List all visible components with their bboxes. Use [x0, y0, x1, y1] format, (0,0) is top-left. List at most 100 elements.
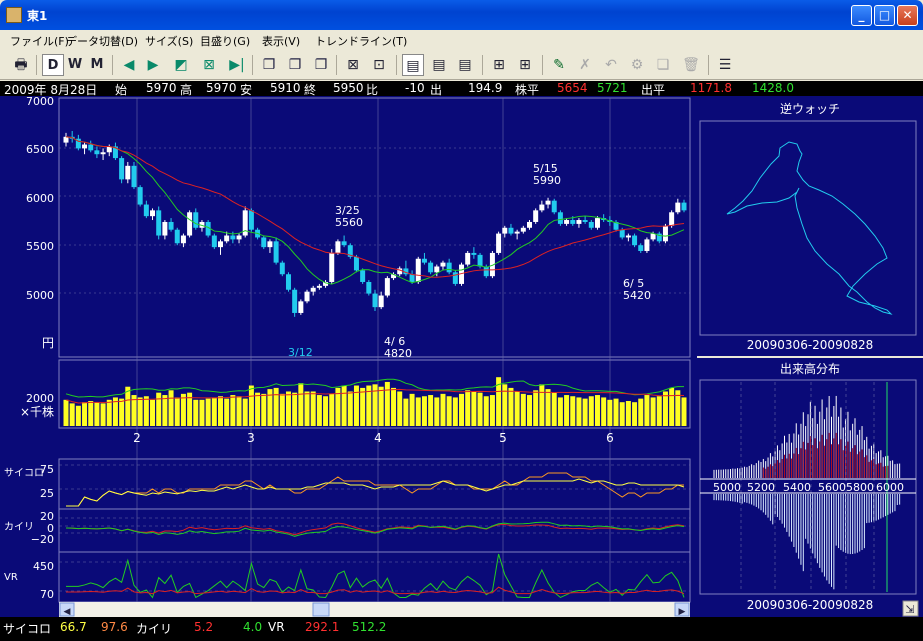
layout-2-icon[interactable]: ▤	[428, 54, 450, 76]
volume-bar	[471, 391, 477, 426]
volume-bar	[527, 395, 532, 426]
volume-bar	[391, 387, 397, 426]
layout-3-icon[interactable]: ▤	[454, 54, 476, 76]
chevron-left-icon: ◀	[64, 607, 71, 617]
volume-bar	[323, 396, 329, 426]
grid-split-icon[interactable]: ⊞	[514, 54, 536, 76]
candle-body	[193, 212, 199, 228]
volume-bar	[514, 391, 520, 426]
volume-bar	[650, 397, 656, 426]
volume-bar	[248, 385, 254, 426]
menu-file[interactable]: ファイル(F)	[10, 33, 69, 49]
candle-body	[557, 212, 563, 224]
menu-trendline[interactable]: トレンドライン(T)	[315, 33, 407, 49]
vr-tick: 450	[33, 560, 54, 573]
volume-bar	[428, 395, 434, 426]
candle-body	[174, 229, 180, 244]
minimize-button[interactable]: _	[851, 5, 872, 26]
volume-bar	[82, 402, 88, 426]
volume-bar	[601, 397, 607, 426]
vr-tick: 70	[40, 588, 54, 601]
window-stack-2-icon[interactable]: ❐	[284, 54, 306, 76]
info-close: 5950	[333, 81, 364, 95]
candle-body	[285, 274, 291, 290]
volume-bar	[533, 390, 539, 426]
candle-body	[675, 202, 681, 213]
undo-icon: ↶	[605, 57, 617, 73]
annotation-value: 4820	[384, 347, 412, 360]
list-icon[interactable]: ☰	[714, 54, 736, 76]
volume-bar	[551, 392, 557, 426]
status-kairi-2: 4.0	[243, 620, 263, 634]
y-tick-6000: 6000	[26, 192, 54, 205]
candle-body	[415, 258, 421, 282]
grid-4-icon[interactable]: ⊞	[488, 54, 510, 76]
info-avg-price-2: 5721	[597, 81, 628, 95]
daily-button[interactable]: D	[42, 54, 64, 76]
arrow-left-icon[interactable]: ◀	[118, 54, 140, 76]
window-stack-1-icon[interactable]: ❐	[258, 54, 280, 76]
volume-bar	[255, 392, 261, 426]
vr-label: VR	[4, 572, 18, 583]
volume-bar	[100, 403, 106, 426]
menu-data-switch[interactable]: データ切替(D)	[66, 33, 138, 49]
trash-icon: 🗑	[682, 57, 700, 73]
volume-bar	[106, 399, 112, 426]
candle-body	[669, 212, 675, 226]
candle-body	[372, 293, 378, 308]
monthly-button[interactable]: M	[86, 54, 108, 76]
profile-x-label: 6000	[876, 481, 904, 494]
candle-body	[465, 252, 471, 265]
maximize-button[interactable]: □	[874, 5, 895, 26]
weekly-button[interactable]: W	[64, 54, 86, 76]
pen-icon[interactable]: ✎	[548, 54, 570, 76]
volume-bar	[409, 393, 415, 426]
compress-icon[interactable]: ⊠	[342, 54, 364, 76]
volume-bar	[279, 393, 285, 426]
volume-bar	[576, 397, 582, 426]
candle-body	[539, 204, 545, 211]
menu-scale[interactable]: 目盛り(G)	[200, 33, 250, 49]
window-stack-3-icon[interactable]: ❐	[310, 54, 332, 76]
info-avg-volume-1: 1171.8	[690, 81, 732, 95]
candle-body	[360, 270, 366, 282]
volume-bar	[403, 398, 409, 426]
psych-tick: 25	[40, 487, 54, 500]
horizontal-scrollbar[interactable]	[59, 602, 690, 617]
expand-icon[interactable]: ⊡	[368, 54, 390, 76]
zoom-in-icon[interactable]: ◩	[170, 54, 192, 76]
skip-end-icon[interactable]: ▶|	[226, 54, 248, 76]
zoom-out-icon[interactable]: ⊠	[198, 54, 220, 76]
annotation-value: 5560	[335, 216, 363, 229]
volume-bar	[613, 398, 619, 426]
candle-body	[570, 220, 576, 224]
candle-body	[168, 221, 174, 230]
copy-icon: ❏	[656, 57, 670, 73]
candle-body	[366, 281, 372, 294]
candle-body	[527, 221, 532, 228]
resize-icon: ⇲	[905, 603, 914, 616]
candle-body	[644, 239, 650, 252]
vr-line-2	[66, 586, 685, 595]
candle-body	[94, 150, 100, 155]
arrow-right-icon[interactable]: ▶	[142, 54, 164, 76]
reverse-watch-path	[726, 141, 893, 315]
candle-body	[625, 235, 631, 238]
volume-bar	[520, 393, 526, 426]
candle-body	[267, 241, 273, 248]
layout-1-icon[interactable]: ▤	[402, 54, 424, 76]
menu-size[interactable]: サイズ(S)	[145, 33, 193, 49]
annotation-value: 5990	[533, 174, 561, 187]
candle-body	[384, 278, 390, 296]
menu-view[interactable]: 表示(V)	[262, 33, 300, 49]
candle-body	[341, 241, 347, 246]
close-button[interactable]: ✕	[897, 5, 918, 26]
candle-body	[477, 254, 483, 267]
print-icon[interactable]: 🖶	[10, 54, 32, 76]
candle-body	[292, 289, 298, 313]
volume-bar	[341, 385, 347, 426]
volume-bar	[502, 384, 508, 426]
scroll-thumb[interactable]	[312, 602, 330, 617]
candle-body	[638, 245, 644, 252]
status-kairi-1: 5.2	[194, 620, 214, 634]
